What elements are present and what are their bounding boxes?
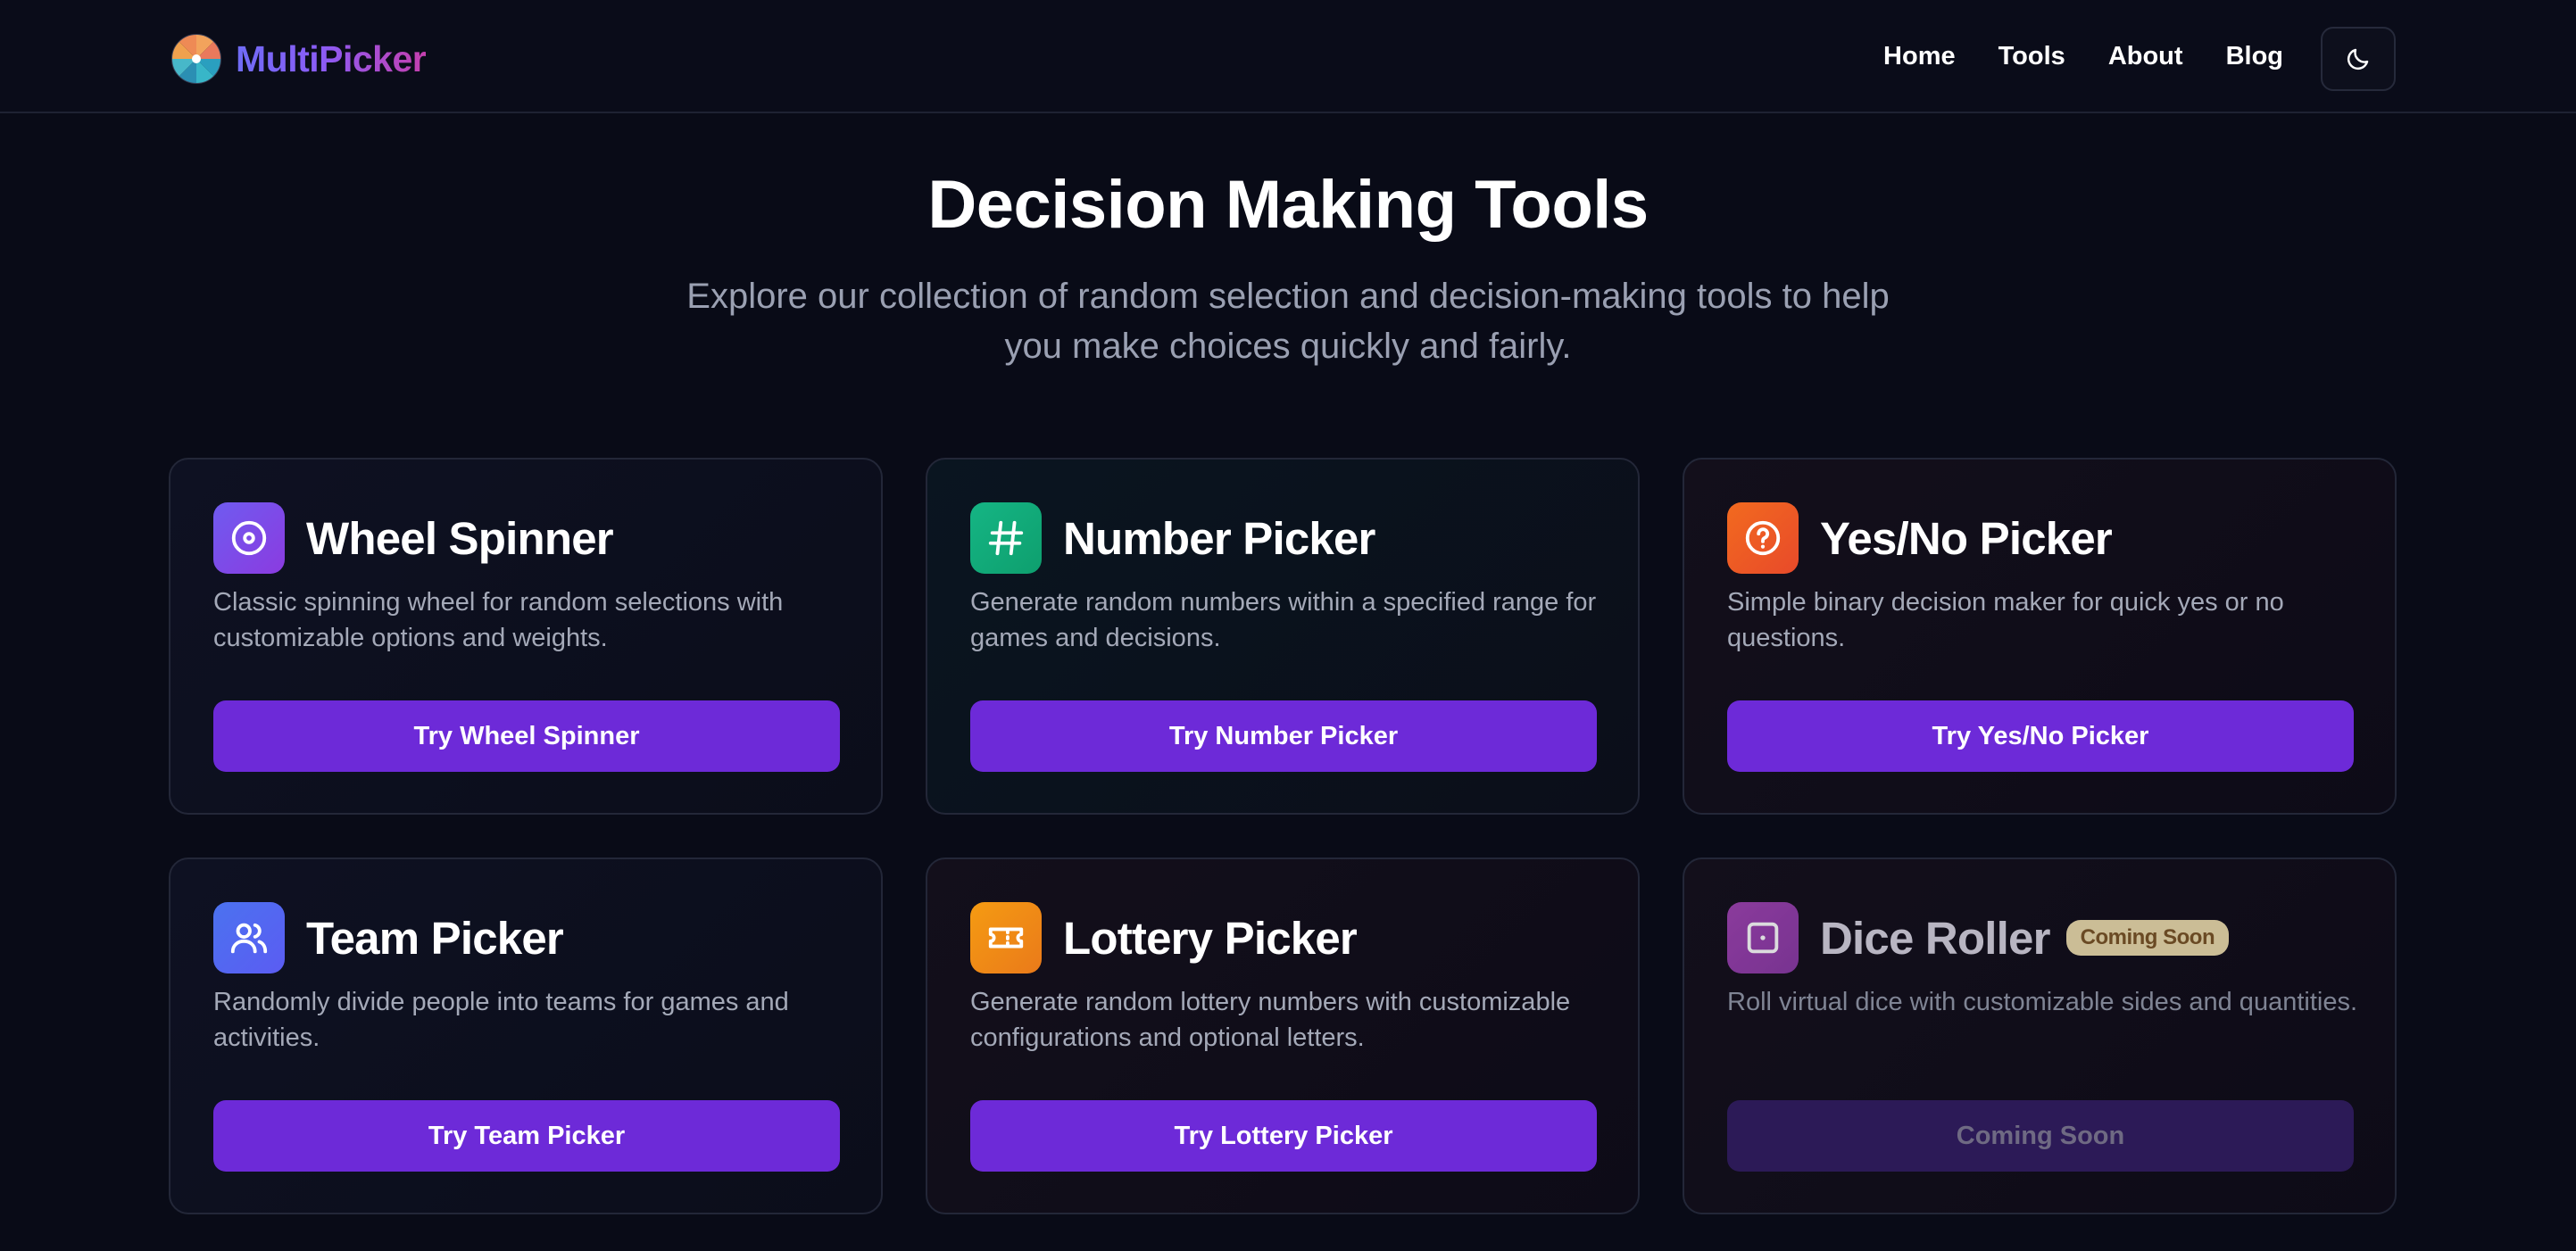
card-title: Team Picker xyxy=(306,912,564,964)
target-circle-icon xyxy=(213,502,285,574)
ticket-icon xyxy=(970,902,1042,973)
page-subtitle: Explore our collection of random selecti… xyxy=(686,277,1890,366)
nav-blog[interactable]: Blog xyxy=(2226,42,2283,71)
site-header: MultiPicker Home Tools About Blog xyxy=(0,0,2576,113)
card-title: Dice Roller xyxy=(1820,912,2050,964)
card-description: Generate random lottery numbers with cus… xyxy=(970,988,1571,1052)
card-description: Randomly divide people into teams for ga… xyxy=(213,988,789,1052)
try-team-picker-button[interactable]: Try Team Picker xyxy=(213,1100,840,1172)
page-title: Decision Making Tools xyxy=(927,167,1649,243)
tool-card-dice-roller: Dice Roller Coming Soon Roll virtual dic… xyxy=(1683,857,2397,1214)
coming-soon-badge: Coming Soon xyxy=(2065,920,2230,956)
try-yes-no-picker-button[interactable]: Try Yes/No Picker xyxy=(1727,700,2354,772)
brand-link[interactable]: MultiPicker xyxy=(170,32,427,86)
card-description: Generate random numbers within a specifi… xyxy=(970,588,1597,652)
card-title: Wheel Spinner xyxy=(306,512,614,564)
card-title: Number Picker xyxy=(1063,512,1375,564)
tool-card-lottery-picker: Lottery Picker Generate random lottery n… xyxy=(926,857,1640,1214)
question-circle-icon xyxy=(1727,502,1799,574)
nav-about[interactable]: About xyxy=(2108,42,2183,71)
card-description: Simple binary decision maker for quick y… xyxy=(1727,588,2284,652)
tool-card-wheel-spinner: Wheel Spinner Classic spinning wheel for… xyxy=(169,458,883,815)
theme-toggle-button[interactable] xyxy=(2321,27,2396,91)
tool-card-team-picker: Team Picker Randomly divide people into … xyxy=(169,857,883,1214)
try-number-picker-button[interactable]: Try Number Picker xyxy=(970,700,1597,772)
card-description: Classic spinning wheel for random select… xyxy=(213,588,784,652)
brand-name: MultiPicker xyxy=(236,37,427,79)
card-title: Lottery Picker xyxy=(1063,912,1358,964)
nav-tools[interactable]: Tools xyxy=(1998,42,2065,71)
nav-home[interactable]: Home xyxy=(1883,42,1956,71)
tool-card-number-picker: Number Picker Generate random numbers wi… xyxy=(926,458,1640,815)
users-icon xyxy=(213,902,285,973)
card-description: Roll virtual dice with customizable side… xyxy=(1727,988,2358,1016)
card-title: Yes/No Picker xyxy=(1820,512,2113,564)
try-lottery-picker-button[interactable]: Try Lottery Picker xyxy=(970,1100,1597,1172)
pinwheel-logo-icon xyxy=(171,34,221,84)
hash-icon xyxy=(970,502,1042,574)
main-nav: Home Tools About Blog xyxy=(1883,0,2283,113)
try-wheel-spinner-button[interactable]: Try Wheel Spinner xyxy=(213,700,840,772)
coming-soon-button: Coming Soon xyxy=(1727,1100,2354,1172)
dice-icon xyxy=(1727,902,1799,973)
tool-card-yes-no-picker: Yes/No Picker Simple binary decision mak… xyxy=(1683,458,2397,815)
moon-icon xyxy=(2347,48,2369,70)
